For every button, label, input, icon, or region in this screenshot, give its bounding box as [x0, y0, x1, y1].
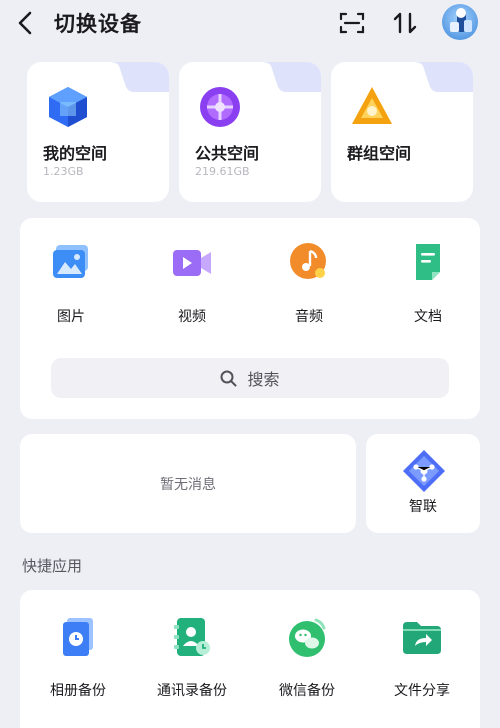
- avatar-figure-icon: [450, 8, 472, 32]
- message-panel[interactable]: 暂无消息: [20, 434, 356, 533]
- empty-message-text: 暂无消息: [160, 476, 216, 493]
- document-icon: [416, 244, 440, 280]
- quick-item-contacts-backup[interactable]: 通讯录备份: [142, 616, 242, 700]
- folder-tab-decoration: [109, 62, 169, 92]
- network-icon: [403, 450, 445, 492]
- cube-icon: [49, 87, 87, 127]
- folder-tab-decoration: [413, 62, 473, 92]
- wechat-backup-icon: [289, 618, 326, 657]
- image-icon: [53, 245, 88, 278]
- quick-apps-panel: 相册备份 通讯录备份 微信备份 文件分享: [20, 590, 480, 728]
- media-label: 图片: [57, 309, 85, 325]
- space-card-public[interactable]: 公共空间 219.61GB: [179, 62, 321, 202]
- video-icon: [173, 250, 211, 276]
- space-size: 1.23GB: [43, 165, 84, 178]
- music-icon: [290, 243, 326, 279]
- page-title: 切换设备: [54, 12, 142, 36]
- media-item-images[interactable]: 图片: [31, 242, 111, 326]
- zhilian-label: 智联: [409, 499, 437, 515]
- space-name: 群组空间: [347, 144, 412, 163]
- quick-label: 微信备份: [279, 683, 335, 699]
- search-input[interactable]: 搜索: [51, 358, 449, 398]
- quick-label: 通讯录备份: [157, 683, 227, 699]
- contacts-backup-icon: [174, 618, 210, 656]
- album-backup-icon: [63, 618, 93, 656]
- quick-item-wechat-backup[interactable]: 微信备份: [257, 616, 357, 700]
- chevron-left-icon[interactable]: [14, 10, 38, 36]
- media-item-videos[interactable]: 视频: [152, 242, 232, 326]
- triangle-icon: [352, 87, 392, 124]
- space-size: 219.61GB: [195, 165, 250, 178]
- space-card-group[interactable]: 群组空间: [331, 62, 473, 202]
- media-label: 音频: [295, 309, 323, 325]
- zhilian-button[interactable]: 智联: [366, 434, 480, 533]
- media-item-audio[interactable]: 音频: [269, 242, 349, 326]
- file-share-icon: [403, 622, 441, 654]
- search-icon: [220, 370, 237, 386]
- media-item-documents[interactable]: 文档: [388, 242, 468, 326]
- search-placeholder: 搜索: [247, 370, 280, 389]
- globe-icon: [200, 87, 240, 127]
- quick-label: 文件分享: [394, 683, 450, 699]
- scan-icon[interactable]: [339, 11, 365, 35]
- quick-item-file-share[interactable]: 文件分享: [372, 616, 472, 700]
- quick-label: 相册备份: [50, 683, 106, 699]
- sort-icon[interactable]: [392, 10, 418, 36]
- media-label: 文档: [414, 309, 442, 325]
- space-name: 我的空间: [43, 144, 108, 163]
- avatar[interactable]: [442, 4, 478, 40]
- quick-item-album-backup[interactable]: 相册备份: [28, 616, 128, 700]
- space-name: 公共空间: [195, 144, 260, 163]
- space-card-my[interactable]: 我的空间 1.23GB: [27, 62, 169, 202]
- header: 切换设备: [0, 0, 500, 48]
- section-title-quick-apps: 快捷应用: [22, 557, 83, 575]
- media-panel: 图片 视频 音频 文档 搜索: [20, 218, 480, 419]
- folder-tab-decoration: [261, 62, 321, 92]
- media-label: 视频: [178, 309, 206, 325]
